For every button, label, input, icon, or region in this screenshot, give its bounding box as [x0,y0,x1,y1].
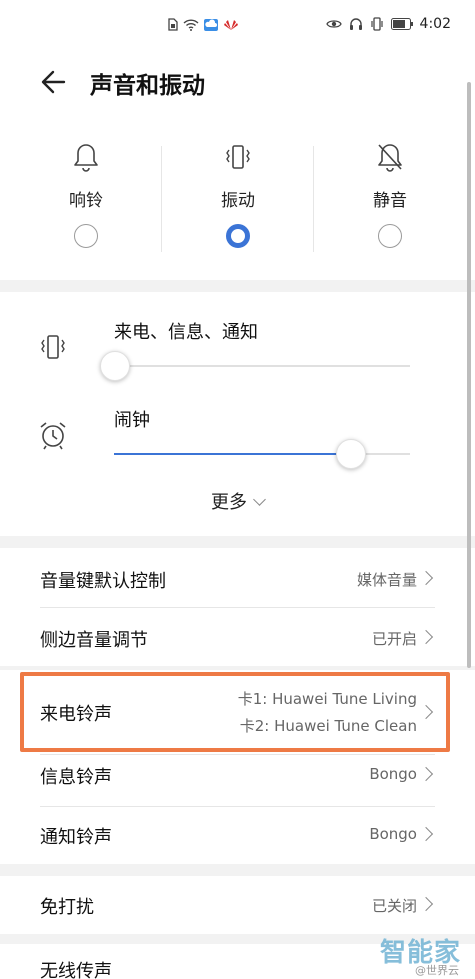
volume-key-value: 媒体音量 [356,571,417,589]
bell-off-icon [378,144,402,172]
mode-silent-radio[interactable] [378,224,402,248]
message-ringtone-row[interactable]: 信息铃声 Bongo [0,755,475,809]
headphones-icon [349,18,362,30]
chevron-right-icon [418,896,434,912]
alarm-volume-label: 闹钟 [114,410,150,431]
message-ringtone-value: Bongo [369,765,417,783]
huawei-logo-icon [224,19,238,30]
mode-silent-label: 静音 [373,191,407,211]
ring-volume-slider[interactable] [100,351,410,381]
cloud-icon [204,18,218,31]
ring-volume-thumb[interactable] [100,351,130,381]
arrow-left-icon [41,70,66,94]
mode-vibrate-label: 振动 [221,191,255,211]
status-time: 4:02 [419,16,451,32]
highlight-box [20,672,450,752]
chevron-right-icon [418,826,434,842]
sim-card-icon [168,18,178,31]
notify-ringtone-row[interactable]: 通知铃声 Bongo [0,807,475,864]
notify-ringtone-label: 通知铃声 [40,827,112,848]
scrollbar[interactable] [467,82,471,668]
eye-icon [325,20,342,28]
notify-ringtone-value: Bongo [369,825,417,843]
volume-key-row[interactable]: 音量键默认控制 媒体音量 [0,548,475,607]
chevron-down-icon [253,493,266,506]
app-header: 声音和振动 [0,48,475,118]
wireless-label: 无线传声 [40,961,112,979]
sound-mode-selector: 响铃 振动 静音 [0,118,475,280]
vibrate-icon [41,335,65,359]
alarm-volume-thumb[interactable] [335,439,366,469]
bell-icon [74,144,98,172]
chevron-right-icon [418,629,434,645]
more-button[interactable]: 更多 [0,488,475,514]
more-label: 更多 [211,492,247,513]
alarm-clock-icon [40,422,66,450]
vibrate-icon [226,145,250,169]
mode-ring-radio[interactable] [74,224,98,248]
message-ringtone-label: 信息铃声 [40,767,112,788]
chevron-right-icon [418,766,434,782]
alarm-volume-fill [114,453,351,455]
side-volume-row[interactable]: 侧边音量调节 已开启 [0,608,475,666]
side-volume-value: 已开启 [371,630,417,648]
mode-vibrate-radio[interactable] [226,224,250,248]
volume-key-label: 音量键默认控制 [40,571,166,592]
dnd-label: 免打扰 [40,897,94,918]
watermark-sub: @世界云 [415,964,459,977]
mode-silent[interactable]: 静音 [314,118,466,280]
mode-vibrate[interactable]: 振动 [162,118,314,280]
alarm-volume-slider[interactable] [114,439,410,469]
chevron-right-icon [418,570,434,586]
page-title: 声音和振动 [90,73,205,99]
volume-settings-group: 音量键默认控制 媒体音量 侧边音量调节 已开启 [0,548,475,666]
mode-ring-label: 响铃 [69,191,103,211]
battery-icon [390,18,413,30]
mode-ring[interactable]: 响铃 [10,118,162,280]
ring-volume-label: 来电、信息、通知 [114,322,258,343]
status-icons-left [168,18,239,31]
volume-panel: 来电、信息、通知 闹钟 更多 [0,292,475,536]
status-icons-right: 4:02 [325,16,451,32]
wifi-icon [183,18,199,31]
back-button[interactable] [36,64,72,100]
watermark: 智能家 @世界云 [349,932,467,977]
dnd-settings-group: 免打扰 已关闭 [0,876,475,934]
dnd-value: 已关闭 [371,897,417,915]
vibrate-status-icon [370,17,383,31]
dnd-row[interactable]: 免打扰 已关闭 [0,876,475,934]
side-volume-label: 侧边音量调节 [40,630,148,651]
status-bar: 4:02 [0,0,475,48]
